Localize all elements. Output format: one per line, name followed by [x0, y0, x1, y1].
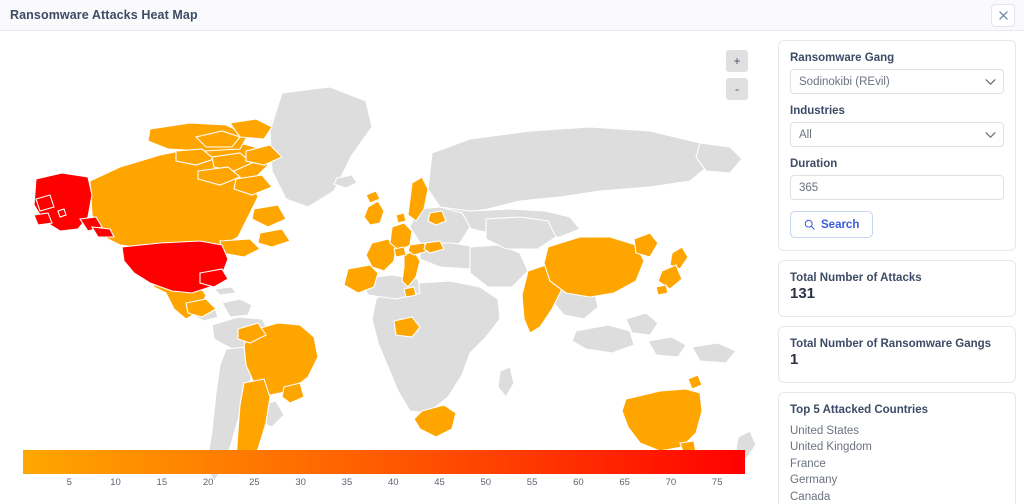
total-attacks-card: Total Number of Attacks 131 [778, 260, 1016, 317]
field-ransomware-gang: Ransomware Gang Sodinokibi (REvil) [790, 52, 1004, 94]
total-gangs-card: Total Number of Ransomware Gangs 1 [778, 325, 1016, 383]
close-icon [998, 11, 1008, 20]
gang-label: Ransomware Gang [790, 52, 895, 64]
top-country-item: France [790, 457, 826, 470]
total-gangs-label: Total Number of Ransomware Gangs [790, 337, 992, 350]
top-countries-card: Top 5 Attacked Countries United States Un… [778, 391, 1016, 504]
zoom-in-button[interactable]: + [726, 50, 748, 72]
color-scale-ticks: 5 10 15 20 25 30 35 40 45 50 55 60 65 70 75 [23, 477, 745, 493]
top-country-item: Canada [790, 490, 831, 503]
zoom-out-button[interactable]: - [726, 78, 748, 100]
legend-tick-15: 15 [156, 477, 168, 488]
search-icon [804, 219, 815, 230]
page-title: Ransomware Attacks Heat Map [10, 8, 198, 22]
field-industries: Industries All [790, 105, 1004, 147]
legend-tick-60: 60 [573, 477, 584, 488]
legend-tick-40: 40 [387, 477, 399, 488]
industries-select-wrap: All [790, 122, 1004, 147]
world-map-panel[interactable]: + - 5 10 15 20 25 30 35 40 45 50 55 60 65 70 75 [0, 31, 770, 504]
industries-label: Industries [790, 105, 845, 117]
gang-select[interactable]: Sodinokibi (REvil) [790, 69, 1004, 94]
close-button[interactable] [991, 4, 1015, 27]
total-attacks-value: 131 [790, 285, 816, 302]
total-attacks-label: Total Number of Attacks [790, 272, 922, 284]
top-country-item: United States [790, 424, 860, 437]
field-duration: Duration 365 [790, 158, 1004, 200]
duration-input[interactable]: 365 [790, 175, 1004, 200]
filters-sidebar: Ransomware Gang Sodinokibi (REvil) Indus… [778, 40, 1016, 504]
legend-tick-5: 5 [66, 477, 72, 488]
legend-tick-10: 10 [110, 477, 121, 488]
legend-tick-75: 75 [711, 477, 723, 488]
window-titlebar: Ransomware Attacks Heat Map [0, 0, 1024, 31]
legend-tick-20: 20 [202, 477, 214, 488]
color-scale-legend: 5 10 15 20 25 30 35 40 45 50 55 60 65 70 75 [23, 450, 745, 493]
industries-select[interactable]: All [790, 122, 1004, 147]
legend-tick-70: 70 [665, 477, 677, 488]
top-country-item: United Kingdom [790, 441, 872, 453]
legend-tick-25: 25 [249, 477, 260, 488]
legend-tick-30: 30 [295, 477, 306, 488]
legend-tick-65: 65 [619, 477, 630, 488]
top-countries-title: Top 5 Attacked Countries [790, 403, 929, 416]
legend-tick-45: 45 [434, 477, 445, 488]
filters-card: Ransomware Gang Sodinokibi (REvil) Indus… [778, 40, 1016, 251]
gang-select-wrap: Sodinokibi (REvil) [790, 69, 1004, 94]
total-gangs-value: 1 [790, 350, 799, 368]
color-scale-bar [23, 450, 745, 474]
search-button-label: Search [821, 218, 860, 231]
legend-tick-55: 55 [526, 477, 538, 488]
top-countries-list: United States United Kingdom France Germany… [790, 423, 1004, 504]
search-button[interactable]: Search [790, 211, 874, 238]
ransomware-heatmap-app: Ransomware Attacks Heat Map + - 5 10 15 … [0, 0, 1024, 504]
world-map-svg[interactable] [0, 31, 770, 504]
top-country-item: Germany [790, 474, 838, 486]
duration-label: Duration [790, 158, 838, 170]
legend-tick-50: 50 [480, 477, 492, 488]
map-zoom-controls: + - [726, 50, 748, 100]
legend-tick-35: 35 [341, 477, 353, 488]
